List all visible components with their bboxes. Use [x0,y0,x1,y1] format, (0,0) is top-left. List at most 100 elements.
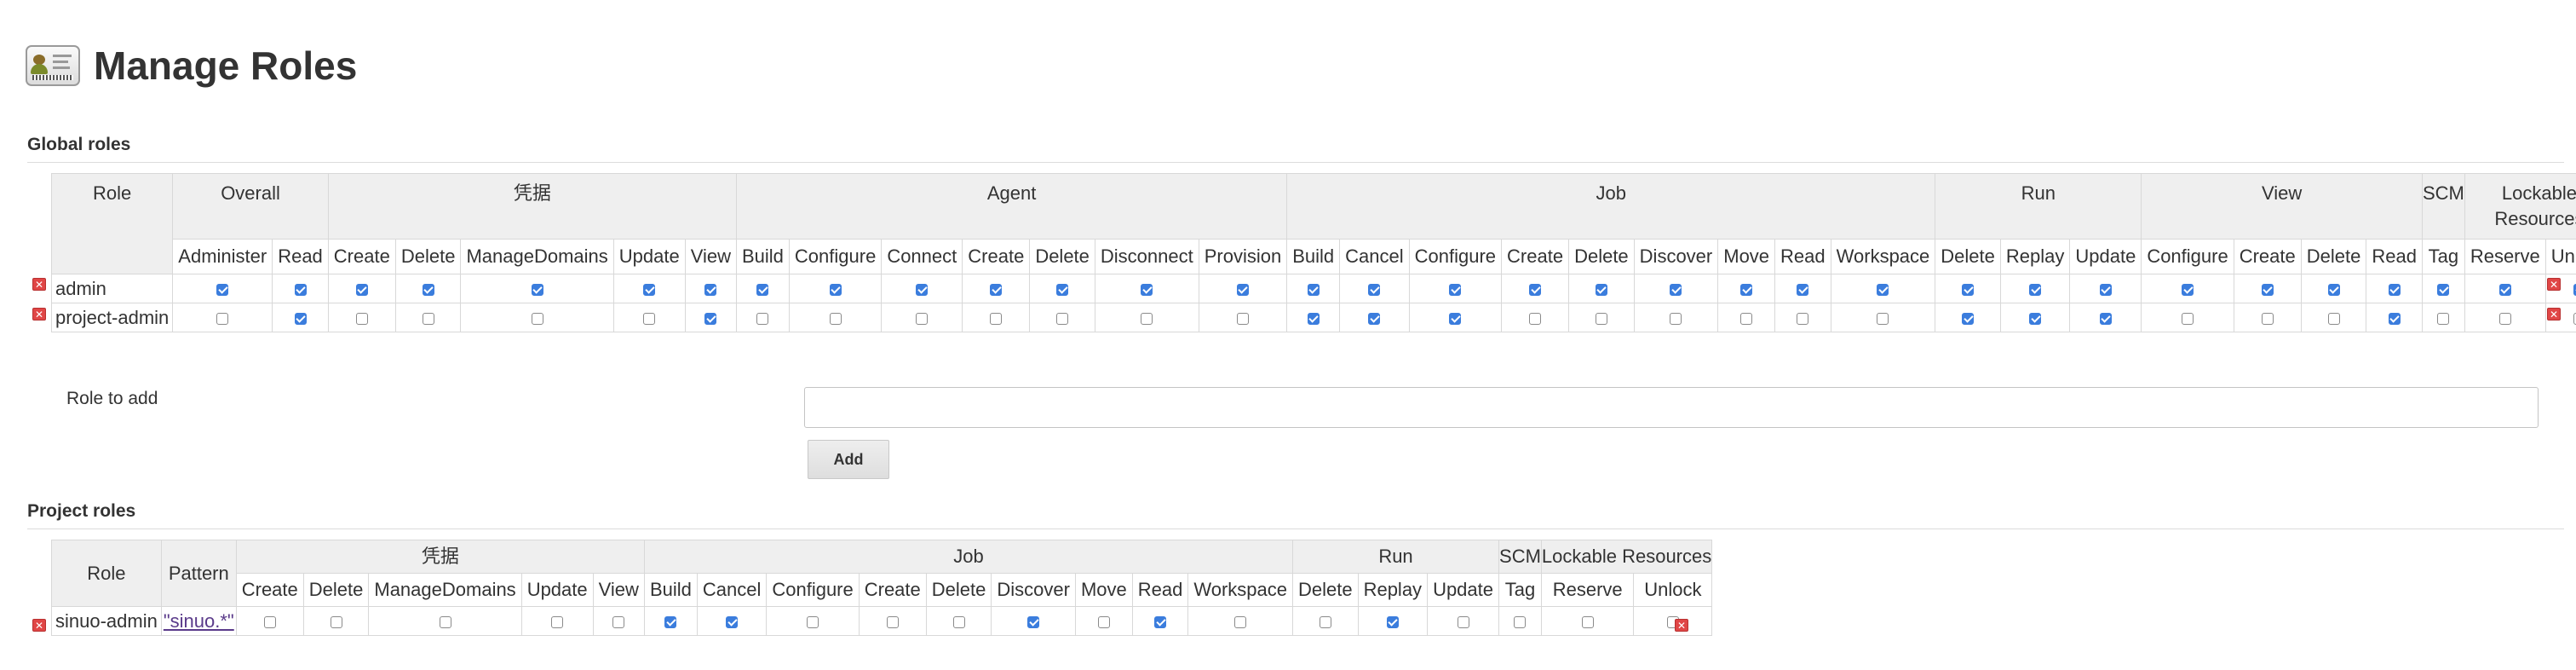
delete-role-project-admin-icon-right[interactable]: ✕ [2547,308,2561,321]
permission-checkbox-job-configure[interactable] [807,615,819,628]
permission-checkbox-credentials-view[interactable] [704,283,717,296]
role-to-add-input[interactable] [804,387,2539,428]
permission-checkbox-view-create[interactable] [2261,312,2274,325]
permission-checkbox-job-move[interactable] [1740,283,1753,296]
permission-checkbox-credentials-view[interactable] [612,615,625,628]
permission-cell [2366,303,2423,332]
permission-checkbox-scm-tag[interactable] [1514,615,1527,628]
permission-checkbox-run-delete[interactable] [1962,312,1975,325]
permission-checkbox-job-workspace[interactable] [1877,312,1889,325]
delete-role-sinuo-admin-icon-right[interactable]: ✕ [1675,619,1688,632]
permission-checkbox-job-move[interactable] [1740,312,1753,325]
permission-checkbox-credentials-view[interactable] [704,312,717,325]
permission-checkbox-overall-administer[interactable] [216,312,229,325]
permission-checkbox-agent-build[interactable] [756,312,769,325]
permission-checkbox-agent-disconnect[interactable] [1141,312,1153,325]
permission-checkbox-scm-tag[interactable] [2437,283,2450,296]
permission-checkbox-credentials-delete[interactable] [330,615,342,628]
permission-checkbox-job-workspace[interactable] [1877,283,1889,296]
permission-checkbox-lockable-resources-reserve[interactable] [1581,615,1594,628]
permission-checkbox-run-delete[interactable] [1319,615,1331,628]
permission-checkbox-credentials-delete[interactable] [422,283,434,296]
delete-role-sinuo-admin-icon[interactable]: ✕ [32,619,46,632]
permission-checkbox-job-create[interactable] [1529,283,1542,296]
permission-checkbox-job-discover[interactable] [1670,283,1682,296]
permission-checkbox-credentials-managedomains[interactable] [531,283,543,296]
permission-checkbox-credentials-managedomains[interactable] [439,615,451,628]
permission-header-run-delete: Delete [1935,239,2001,274]
permission-checkbox-run-replay[interactable] [1386,615,1399,628]
permission-checkbox-job-build[interactable] [1307,312,1320,325]
permission-checkbox-lockable-resources-reserve[interactable] [2498,283,2511,296]
permission-checkbox-view-configure[interactable] [2182,312,2194,325]
permission-cell [1774,274,1831,303]
permission-checkbox-run-update[interactable] [2099,283,2112,296]
permission-checkbox-job-delete[interactable] [952,615,965,628]
permission-checkbox-job-discover[interactable] [1670,312,1682,325]
permission-checkbox-credentials-create[interactable] [355,283,368,296]
permission-checkbox-credentials-update[interactable] [551,615,564,628]
permission-checkbox-overall-read[interactable] [294,312,307,325]
add-role-button[interactable]: Add [808,440,889,479]
role-pattern-link[interactable]: "sinuo.*" [164,610,234,632]
permission-checkbox-job-cancel[interactable] [1368,283,1381,296]
permission-checkbox-agent-build[interactable] [756,283,769,296]
permission-checkbox-job-read[interactable] [1154,615,1167,628]
permission-checkbox-credentials-update[interactable] [643,283,656,296]
permission-checkbox-job-configure[interactable] [1449,283,1462,296]
delete-role-project-admin-icon[interactable]: ✕ [32,308,46,321]
permission-cell [1935,303,2001,332]
permission-checkbox-job-delete[interactable] [1595,283,1607,296]
permission-checkbox-job-workspace[interactable] [1234,615,1247,628]
delete-role-admin-icon[interactable]: ✕ [32,278,46,291]
permission-checkbox-credentials-update[interactable] [643,312,656,325]
permission-checkbox-credentials-managedomains[interactable] [531,312,543,325]
permission-checkbox-credentials-create[interactable] [355,312,368,325]
permission-checkbox-credentials-delete[interactable] [422,312,434,325]
permission-checkbox-scm-tag[interactable] [2437,312,2450,325]
permission-checkbox-view-read[interactable] [2388,312,2401,325]
permission-checkbox-agent-disconnect[interactable] [1141,283,1153,296]
permission-checkbox-view-read[interactable] [2388,283,2401,296]
permission-checkbox-view-configure[interactable] [2182,283,2194,296]
permission-checkbox-job-build[interactable] [1307,283,1320,296]
permission-checkbox-job-create[interactable] [1529,312,1542,325]
permission-checkbox-job-read[interactable] [1797,283,1809,296]
permission-checkbox-agent-configure[interactable] [829,283,842,296]
permission-checkbox-job-cancel[interactable] [726,615,739,628]
permission-checkbox-agent-delete[interactable] [1056,283,1069,296]
permission-checkbox-job-cancel[interactable] [1368,312,1381,325]
permission-checkbox-run-replay[interactable] [2029,312,2042,325]
permission-checkbox-overall-administer[interactable] [216,283,229,296]
permission-checkbox-view-create[interactable] [2261,283,2274,296]
permission-checkbox-agent-create[interactable] [990,312,1003,325]
permission-checkbox-agent-provision[interactable] [1236,283,1249,296]
permission-checkbox-run-update[interactable] [1457,615,1469,628]
permission-checkbox-view-delete[interactable] [2327,283,2340,296]
permission-checkbox-agent-connect[interactable] [916,312,929,325]
permission-checkbox-job-discover[interactable] [1027,615,1040,628]
permission-checkbox-overall-read[interactable] [294,283,307,296]
permission-checkbox-run-update[interactable] [2099,312,2112,325]
permission-checkbox-agent-configure[interactable] [829,312,842,325]
delete-role-admin-icon-right[interactable]: ✕ [2547,278,2561,291]
permission-checkbox-lockable-resources-reserve[interactable] [2498,312,2511,325]
permission-checkbox-run-delete[interactable] [1962,283,1975,296]
permission-header-credentials-create: Create [327,239,396,274]
permission-checkbox-credentials-create[interactable] [263,615,276,628]
permission-checkbox-job-configure[interactable] [1449,312,1462,325]
permission-header-job-discover: Discover [991,573,1076,607]
permission-checkbox-job-delete[interactable] [1595,312,1607,325]
permission-checkbox-job-build[interactable] [664,615,677,628]
permission-checkbox-agent-delete[interactable] [1056,312,1069,325]
permission-checkbox-run-replay[interactable] [2029,283,2042,296]
permission-checkbox-agent-connect[interactable] [916,283,929,296]
permission-checkbox-agent-provision[interactable] [1236,312,1249,325]
permission-header-credentials-update: Update [612,239,686,274]
permission-checkbox-job-create[interactable] [886,615,899,628]
permission-checkbox-job-move[interactable] [1097,615,1110,628]
permission-checkbox-job-read[interactable] [1797,312,1809,325]
permission-checkbox-view-delete[interactable] [2327,312,2340,325]
permission-checkbox-agent-create[interactable] [990,283,1003,296]
permission-cell [2233,274,2302,303]
